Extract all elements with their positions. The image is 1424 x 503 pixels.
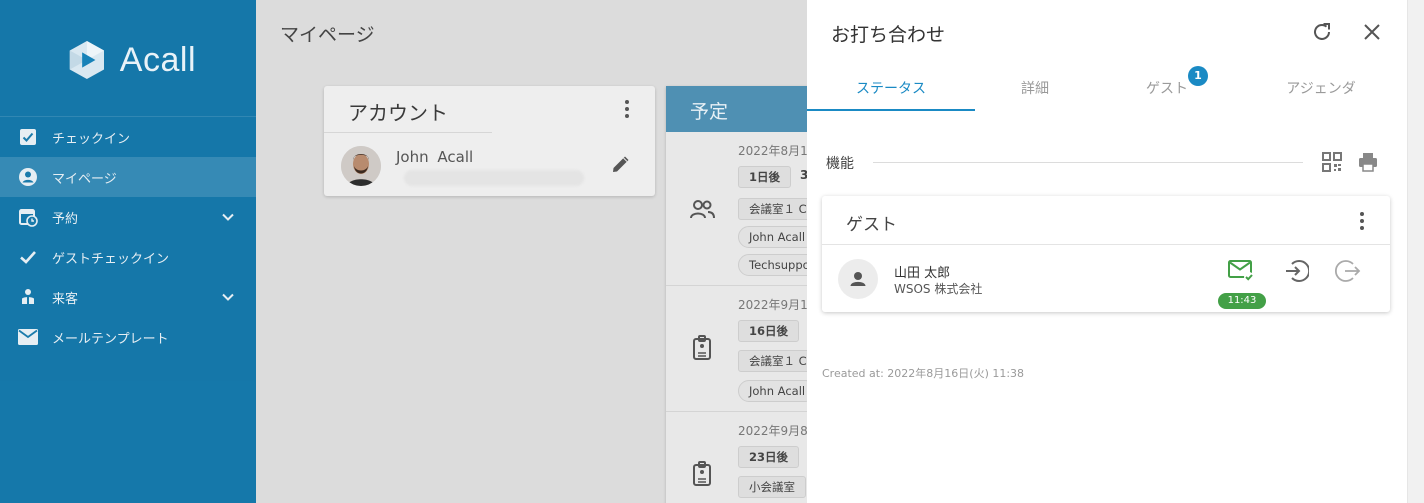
account-user-name: John Acall [396,148,474,166]
chevron-down-icon[interactable] [220,289,236,305]
room-chip: 会議室１ C [738,350,818,372]
calendar-clock-icon [18,207,38,227]
features-label: 機能 [826,156,854,172]
people-icon [690,200,715,219]
account-card: アカウント John Acall [324,86,655,196]
sidebar-item-mypage[interactable]: マイページ [0,157,256,197]
guest-name: 山田 太郎 [894,266,951,281]
meeting-drawer: お打ち合わせ ステータス 詳細 ゲスト 1 アジェンダ 機能 ゲスト 山田 太郎… [807,0,1407,503]
avatar [341,146,381,186]
refresh-icon[interactable] [1310,20,1334,44]
sidebar-item-label: チェックイン [52,131,131,147]
more-vert-icon[interactable] [619,98,635,120]
schedule-date: 2022年9月1 [738,298,808,312]
badge-id-icon [693,335,711,360]
chevron-down-icon[interactable] [220,209,236,225]
tab-agenda[interactable]: アジェンダ [1237,66,1405,112]
close-icon[interactable] [1361,21,1383,43]
guest-company: WSOS 株式会社 [894,282,983,296]
guest-avatar [838,259,878,299]
person-icon [850,272,866,286]
divider [822,244,1390,245]
account-circle-icon [18,167,38,187]
sidebar-nav: チェックイン マイページ 予約 ゲストチェックイン 来客 メールテンプレート [0,116,256,357]
sidebar-item-visitors[interactable]: 来客 [0,277,256,317]
guest-card-title: ゲスト [846,215,897,235]
print-icon[interactable] [1357,151,1379,173]
account-card-title: アカウント [348,101,448,125]
notified-time-badge: 11:43 [1218,293,1266,309]
days-chip: 23日後 [738,446,800,468]
active-tab-indicator [807,109,975,111]
participant-chip: John Acall [738,226,817,248]
checkbox-icon [18,127,38,147]
redacted-email [404,170,584,186]
drawer-title: お打ち合わせ [831,24,946,46]
sidebar-item-label: ゲストチェックイン [52,251,170,267]
sidebar-item-label: 予約 [52,211,79,227]
sidebar-item-checkin[interactable]: チェックイン [0,117,256,157]
tab-status[interactable]: ステータス [807,66,975,112]
sidebar-item-guest-checkin[interactable]: ゲストチェックイン [0,237,256,277]
checkout-icon[interactable] [1335,258,1361,284]
acall-logo-icon [69,41,104,79]
room-chip: 会議室１ C [738,198,818,220]
people-icon [18,287,38,307]
sidebar-item-reservation[interactable]: 予約 [0,197,256,237]
tab-guest[interactable]: ゲスト [1083,66,1251,112]
days-chip: 16日後 [738,320,800,342]
sidebar: Acall チェックイン マイページ 予約 ゲストチェックイン 来客 メールテン… [0,0,256,503]
logo[interactable]: Acall [66,36,196,84]
schedule-date: 2022年9月8 [738,424,808,438]
drawer-tabs: ステータス 詳細 ゲスト 1 アジェンダ [807,66,1407,112]
days-chip: 1日後 [738,166,792,188]
divider [873,162,1303,163]
sidebar-item-label: 来客 [52,291,79,307]
app-root: Acall チェックイン マイページ 予約 ゲストチェックイン 来客 メールテン… [0,0,1424,503]
qr-code-icon[interactable] [1321,151,1343,173]
logo-text: Acall [119,40,196,79]
room-chip: 小会議室 [738,476,806,498]
guest-count-badge: 1 [1188,66,1208,86]
scrollbar[interactable] [1407,0,1424,503]
page-title: マイページ [280,24,375,46]
more-vert-icon[interactable] [1354,210,1370,232]
created-at: Created at: 2022年8月16日(火) 11:38 [822,367,1025,380]
divider [324,132,492,133]
checkin-icon[interactable] [1283,258,1309,284]
schedule-date: 2022年8月1 [738,144,808,158]
edit-icon[interactable] [610,153,632,175]
sidebar-item-mail-template[interactable]: メールテンプレート [0,317,256,357]
participant-chip: John Acall [738,380,817,402]
badge-id-icon [693,461,711,486]
guest-card: ゲスト 山田 太郎 WSOS 株式会社 11:43 [822,196,1390,312]
mail-sent-icon[interactable] [1227,258,1255,282]
sidebar-item-label: マイページ [52,171,117,187]
sidebar-item-label: メールテンプレート [52,331,169,347]
mail-icon [18,327,38,347]
check-icon [18,247,38,267]
